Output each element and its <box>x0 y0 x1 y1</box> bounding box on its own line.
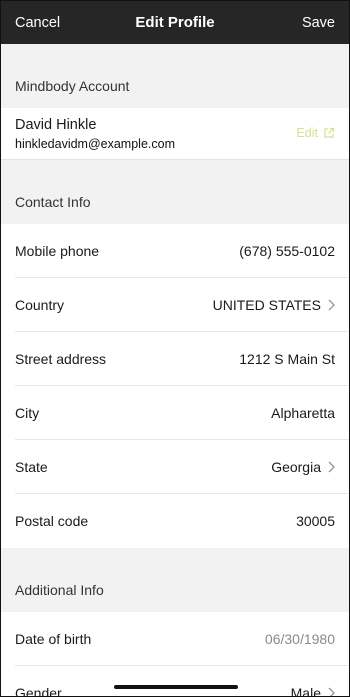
section-header-contact: Contact Info <box>1 160 349 224</box>
contact-info-list: Mobile phone (678) 555-0102 Country UNITED … <box>1 224 349 548</box>
row-value-group: 1212 S Main St <box>239 351 335 367</box>
row-value: (678) 555-0102 <box>239 242 335 259</box>
row-value: 30005 <box>296 513 335 529</box>
cancel-button[interactable]: Cancel <box>15 15 60 31</box>
row-value-group: 06/30/1980 <box>265 631 335 647</box>
external-link-icon <box>324 127 335 138</box>
row-state[interactable]: State Georgia <box>15 440 349 494</box>
row-street-address[interactable]: Street address 1212 S Main St <box>15 332 349 386</box>
row-label: Country <box>15 296 65 313</box>
row-postal-code[interactable]: Postal code 30005 <box>15 494 349 548</box>
account-name: David Hinkle <box>15 117 97 133</box>
row-value-group: Alpharetta <box>271 405 335 421</box>
row-value-group: (678) 555-0102 <box>239 243 335 259</box>
edit-account-link[interactable]: Edit <box>296 126 335 140</box>
row-label: Gender <box>15 685 62 697</box>
edit-account-label: Edit <box>296 126 318 140</box>
chevron-right-icon <box>328 687 335 696</box>
row-gender[interactable]: Gender Male <box>15 666 349 697</box>
row-value-group: Georgia <box>271 459 335 475</box>
row-label: Mobile phone <box>15 242 100 259</box>
row-label: City <box>15 404 40 421</box>
row-date-of-birth[interactable]: Date of birth 06/30/1980 <box>15 612 349 666</box>
row-label: Date of birth <box>15 630 92 647</box>
account-email: hinkledavidm@example.com <box>15 137 175 151</box>
home-indicator <box>114 685 238 689</box>
row-city[interactable]: City Alpharetta <box>15 386 349 440</box>
row-value: Alpharetta <box>271 404 335 421</box>
row-value-group: UNITED STATES <box>213 297 335 313</box>
row-value-group: Male <box>290 685 335 697</box>
section-header-additional: Additional Info <box>1 548 349 612</box>
save-button[interactable]: Save <box>302 15 335 31</box>
screen: Cancel Edit Profile Save Mindbody Accoun… <box>0 0 350 697</box>
chevron-right-icon <box>328 461 335 472</box>
row-label: Postal code <box>15 513 89 529</box>
row-country[interactable]: Country UNITED STATES <box>15 278 349 332</box>
account-card: David Hinkle hinkledavidm@example.com Ed… <box>1 108 349 160</box>
row-mobile-phone[interactable]: Mobile phone (678) 555-0102 <box>15 224 349 278</box>
chevron-right-icon <box>328 299 335 310</box>
row-label: State <box>15 458 48 475</box>
nav-bar: Cancel Edit Profile Save <box>1 1 349 44</box>
row-value: 1212 S Main St <box>239 350 335 367</box>
row-value: Georgia <box>271 458 321 475</box>
row-value-group: 30005 <box>296 513 335 529</box>
row-value: Male <box>290 685 321 697</box>
row-value: UNITED STATES <box>212 296 321 313</box>
row-label: Street address <box>15 350 107 367</box>
section-header-account: Mindbody Account <box>1 44 349 108</box>
row-value: 06/30/1980 <box>264 630 335 647</box>
